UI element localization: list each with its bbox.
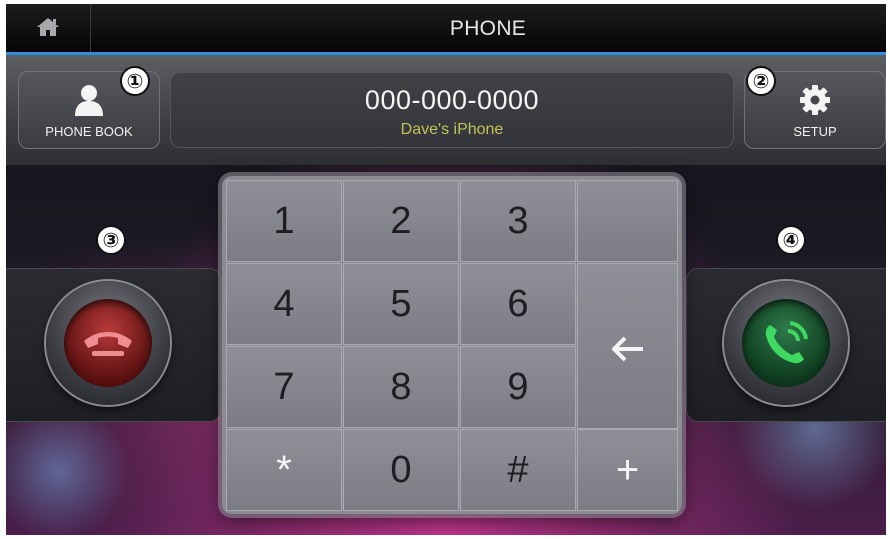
callout-4: ④ bbox=[776, 225, 806, 255]
key-3[interactable]: 3 bbox=[460, 180, 576, 262]
key-8[interactable]: 8 bbox=[343, 346, 459, 428]
callout-1: ① bbox=[120, 66, 150, 96]
key-star[interactable]: * bbox=[226, 429, 342, 511]
phonebook-label: PHONE BOOK bbox=[45, 124, 133, 139]
phone-screen: PHONE PHONE BOOK 000-000-0000 Dave's iPh… bbox=[6, 4, 886, 535]
setup-label: SETUP bbox=[793, 124, 837, 139]
number-display: 000-000-0000 Dave's iPhone bbox=[170, 72, 734, 148]
top-bar: PHONE bbox=[6, 4, 886, 52]
arrow-left-icon bbox=[611, 336, 643, 362]
callout-2: ② bbox=[746, 66, 776, 96]
page-title: PHONE bbox=[449, 17, 527, 40]
call-icon bbox=[765, 321, 808, 364]
key-4[interactable]: 4 bbox=[226, 263, 342, 345]
callout-3: ③ bbox=[96, 225, 126, 255]
hang-up-icon bbox=[84, 332, 132, 356]
dial-keypad: 1 2 3 4 5 6 7 8 9 * 0 # + bbox=[222, 176, 682, 514]
key-0[interactable]: 0 bbox=[343, 429, 459, 511]
key-hash[interactable]: # bbox=[460, 429, 576, 511]
start-call-button[interactable] bbox=[724, 281, 848, 405]
home-icon bbox=[37, 18, 59, 36]
gear-icon bbox=[800, 85, 830, 115]
key-5[interactable]: 5 bbox=[343, 263, 459, 345]
dialed-number: 000-000-0000 bbox=[364, 85, 540, 115]
key-2[interactable]: 2 bbox=[343, 180, 459, 262]
key-blank bbox=[577, 180, 678, 262]
key-7[interactable]: 7 bbox=[226, 346, 342, 428]
person-icon bbox=[75, 85, 103, 116]
connected-device: Dave's iPhone bbox=[400, 121, 504, 138]
key-1[interactable]: 1 bbox=[226, 180, 342, 262]
key-6[interactable]: 6 bbox=[460, 263, 576, 345]
key-9[interactable]: 9 bbox=[460, 346, 576, 428]
backspace-key[interactable] bbox=[577, 263, 678, 429]
key-plus[interactable]: + bbox=[577, 429, 678, 511]
home-button[interactable] bbox=[6, 4, 91, 52]
end-call-button[interactable] bbox=[46, 281, 170, 405]
